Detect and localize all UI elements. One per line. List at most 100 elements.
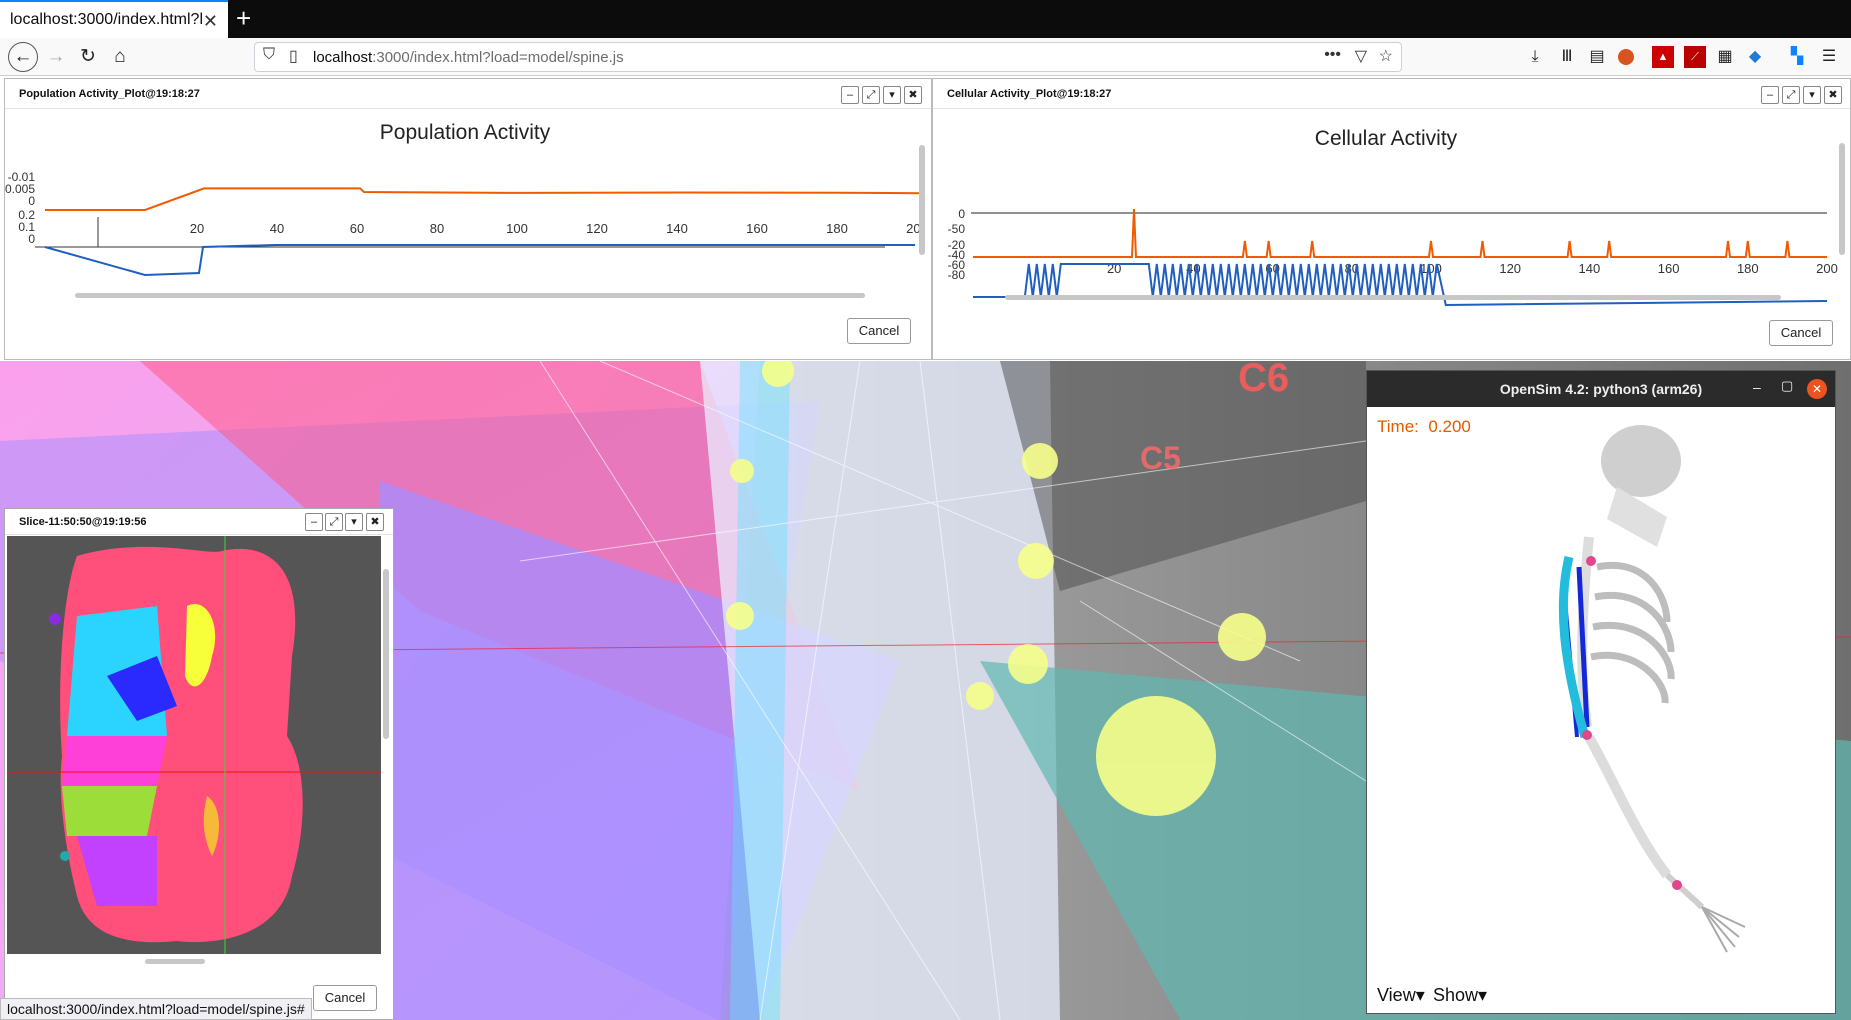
cancel-button[interactable]: Cancel [313, 985, 377, 1011]
cellular-activity-panel: Cellular Activity_Plot@19:18:27 – ⤢ ▾ ✖ … [932, 78, 1851, 360]
tab-bar: localhost:3000/index.html?l ✕ + [0, 0, 1851, 38]
x-tick-label: 140 [666, 221, 688, 236]
close-icon[interactable]: ✕ [1807, 379, 1827, 399]
panel-header: Slice-11:50:50@19:19:56 – ⤢ ▾ ✖ [5, 509, 393, 535]
opensim-titlebar: OpenSim 4.2: python3 (arm26) – ▢ ✕ [1367, 371, 1835, 407]
panel-title: Cellular Activity_Plot@19:18:27 [947, 88, 1112, 100]
pocket-icon[interactable]: ▽ [1355, 46, 1367, 66]
opensim-window: OpenSim 4.2: python3 (arm26) – ▢ ✕ Time:… [1366, 370, 1836, 1014]
url-host: localhost [313, 49, 373, 66]
y-tick-label: 0 [958, 207, 965, 221]
population-chart: Population Activity 20 40 60 80 100 120 140 160 1… [5, 121, 925, 277]
chevron-down-icon[interactable]: ▾ [345, 513, 363, 531]
scrollbar-vertical[interactable] [1839, 143, 1845, 255]
series-line-BicepsLong_C5 [44, 244, 915, 277]
series-line-TricepsLong_C7 [45, 187, 921, 211]
population-activity-panel: Population Activity_Plot@19:18:27 – ⤢ ▾ … [4, 78, 932, 360]
cellular-chart: Cellular Activity0-50-20-40-60-80 20 40 60 8… [948, 127, 1838, 307]
x-tick-label: 180 [1737, 261, 1759, 276]
status-bar: localhost:3000/index.html?load=model/spi… [0, 998, 312, 1020]
close-icon[interactable]: ✖ [904, 86, 922, 104]
extension-red-icon[interactable]: ▲ [1652, 46, 1674, 68]
series-line-TricepsLong_C7 [973, 208, 1827, 258]
x-tick-label: 200 [1816, 261, 1838, 276]
scrollbar-vertical[interactable] [919, 145, 925, 255]
page-info-icon[interactable]: ▯ [289, 46, 298, 66]
chart-title: Population Activity [380, 121, 551, 144]
new-tab-icon[interactable]: + [236, 4, 251, 32]
opensim-title: OpenSim 4.2: python3 (arm26) [1499, 381, 1703, 397]
cancel-button[interactable]: Cancel [1769, 320, 1833, 346]
x-tick-label: 140 [1579, 261, 1601, 276]
x-tick-label: 20 [190, 221, 204, 236]
scrollbar-horizontal[interactable] [145, 959, 205, 964]
scrollbar-vertical[interactable] [383, 569, 389, 739]
home-icon[interactable]: ⌂ [106, 43, 134, 71]
minimize-icon[interactable]: – [1761, 86, 1779, 104]
popout-icon[interactable]: ⤢ [325, 513, 343, 531]
popout-icon[interactable]: ⤢ [1782, 86, 1800, 104]
panel-header: Population Activity_Plot@19:18:27 – ⤢ ▾ … [5, 79, 931, 109]
forward-icon[interactable]: → [42, 43, 70, 71]
close-icon[interactable]: ✖ [366, 513, 384, 531]
scrollbar-horizontal[interactable] [1005, 295, 1781, 300]
y-tick-label: -80 [948, 268, 966, 282]
x-tick-label: 80 [430, 221, 444, 236]
chart-title: Cellular Activity [1315, 127, 1458, 150]
spinal-slice-image[interactable] [7, 536, 381, 954]
extension-blue-icon[interactable]: ◆ [1744, 46, 1766, 68]
panel-header: Cellular Activity_Plot@19:18:27 – ⤢ ▾ ✖ [933, 79, 1850, 109]
close-icon[interactable]: ✖ [1824, 86, 1842, 104]
url-path: :3000/index.html?load=model/spine.js [372, 49, 624, 66]
maximize-icon[interactable]: ▢ [1781, 378, 1793, 394]
view-menu-label: View [1377, 985, 1416, 1005]
c6-label: C6 [1238, 361, 1289, 400]
show-menu-label: Show [1433, 985, 1479, 1005]
x-tick-label: 160 [746, 221, 768, 236]
url-text[interactable]: localhost:3000/index.html?load=model/spi… [313, 49, 624, 66]
avatar-icon[interactable] [1618, 49, 1634, 65]
chevron-down-icon[interactable]: ▾ [1803, 86, 1821, 104]
scrollbar-horizontal[interactable] [75, 293, 865, 298]
x-tick-label: 180 [826, 221, 848, 236]
panel-title: Slice-11:50:50@19:19:56 [19, 516, 147, 528]
url-bar[interactable]: ⛉ ▯ localhost:3000/index.html?load=model… [254, 42, 1402, 72]
close-icon[interactable]: ✕ [203, 11, 218, 32]
extension-pdf-icon[interactable]: ⟋ [1684, 46, 1706, 68]
x-tick-label: 100 [506, 221, 528, 236]
minimize-icon[interactable]: – [1753, 379, 1761, 395]
slice-panel: Slice-11:50:50@19:19:56 – ⤢ ▾ ✖ Cancel [4, 508, 394, 1020]
bookmark-star-icon[interactable]: ☆ [1379, 46, 1393, 66]
menu-icon[interactable]: ☰ [1818, 46, 1840, 68]
y-tick-label: 0 [28, 232, 35, 246]
view-menu[interactable]: View▾ [1377, 985, 1425, 1006]
show-menu[interactable]: Show▾ [1433, 985, 1487, 1006]
tab-title: localhost:3000/index.html?l [10, 11, 204, 28]
x-tick-label: 120 [1499, 261, 1521, 276]
sidebar-icon[interactable]: ▤ [1586, 46, 1608, 68]
shield-icon[interactable]: ⛉ [263, 46, 275, 64]
cancel-button[interactable]: Cancel [847, 318, 911, 344]
minimize-icon[interactable]: – [841, 86, 859, 104]
reload-icon[interactable]: ↻ [74, 43, 102, 71]
extensions-icon[interactable]: ▚ [1786, 46, 1808, 68]
library-icon[interactable]: Ⅲ [1556, 46, 1578, 68]
tab-active[interactable]: localhost:3000/index.html?l ✕ [0, 0, 228, 38]
nav-bar: ← → ↻ ⌂ ⛉ ▯ localhost:3000/index.html?lo… [0, 38, 1851, 76]
page-actions-icon[interactable]: ••• [1324, 46, 1341, 64]
x-tick-label: 160 [1658, 261, 1680, 276]
panel-title: Population Activity_Plot@19:18:27 [19, 88, 200, 100]
x-tick-label: 40 [270, 221, 284, 236]
skeleton-render [1558, 425, 1746, 953]
y-tick-label: 0 [28, 194, 35, 208]
chevron-down-icon[interactable]: ▾ [883, 86, 901, 104]
slice-render [7, 536, 381, 954]
extension-grid-icon[interactable]: ▦ [1714, 46, 1736, 68]
back-icon[interactable]: ← [8, 42, 38, 72]
y-tick-label: -50 [948, 222, 966, 236]
c5-label: C5 [1140, 440, 1181, 476]
minimize-icon[interactable]: – [305, 513, 323, 531]
popout-icon[interactable]: ⤢ [862, 86, 880, 104]
downloads-icon[interactable]: ⤓ [1524, 46, 1546, 68]
x-tick-label: 120 [586, 221, 608, 236]
